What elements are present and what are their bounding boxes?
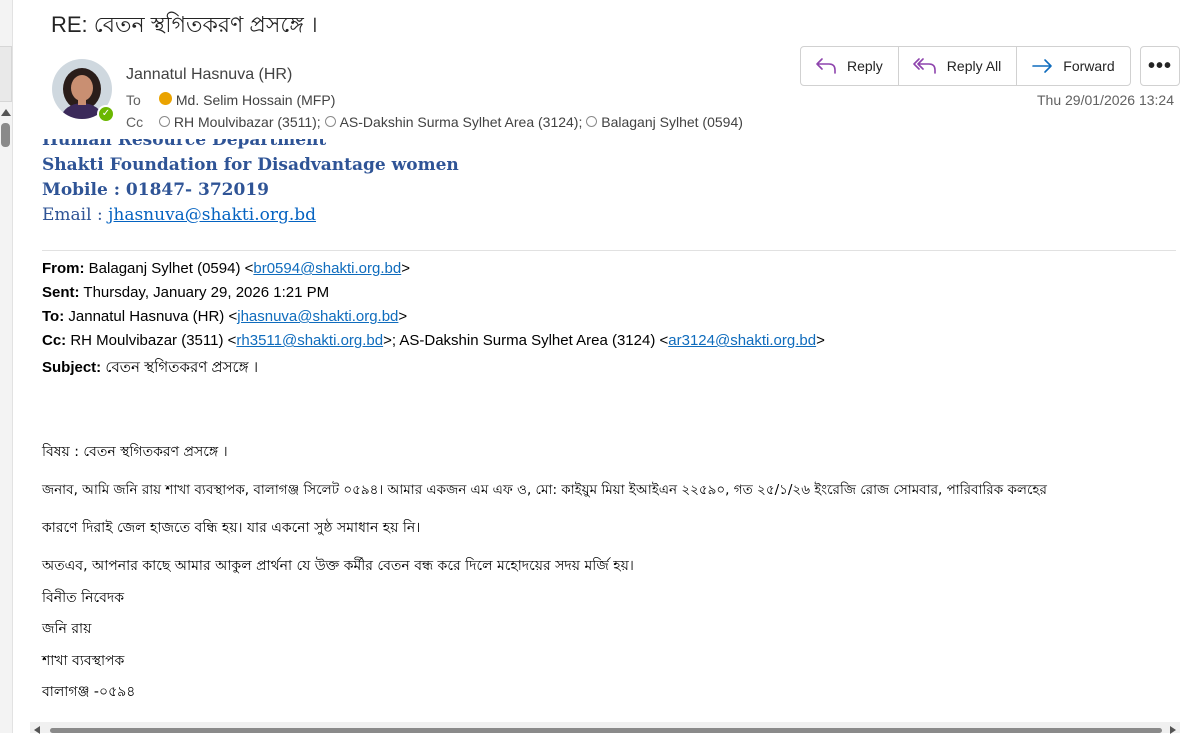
- body-line: বালাগঞ্জ -০৫৯৪: [42, 684, 136, 700]
- body-line: শাখা ব্যবস্থাপক: [42, 653, 125, 669]
- forward-icon: [1032, 59, 1053, 73]
- vertical-scrollbar[interactable]: [1179, 130, 1191, 730]
- body-line: বিনীত নিবেদক: [42, 590, 125, 606]
- to-recipient[interactable]: Md. Selim Hossain (MFP): [176, 92, 335, 108]
- cc-label: Cc: [126, 114, 144, 130]
- subject-label: Subject:: [42, 359, 102, 376]
- to-email-link[interactable]: jhasnuva@shakti.org.bd: [237, 308, 398, 325]
- body-line: জনি রায়: [42, 621, 92, 637]
- forward-button[interactable]: Forward: [1017, 47, 1129, 85]
- to-label-quoted: To:: [42, 308, 65, 325]
- forward-label: Forward: [1063, 58, 1115, 74]
- message-actions: Reply Reply All Forward: [800, 46, 1131, 86]
- mobile-number: 01847- 372019: [125, 180, 269, 200]
- signature-email-link[interactable]: jhasnuva@shakti.org.bd: [108, 205, 316, 225]
- message-subject: RE: বেতন স্থগিতকরণ প্রসঙ্গে ।: [51, 12, 318, 37]
- cc2-email-link[interactable]: ar3124@shakti.org.bd: [668, 332, 816, 349]
- quoted-from: From: Balaganj Sylhet (0594) <br0594@sha…: [42, 260, 410, 277]
- reply-button[interactable]: Reply: [801, 47, 899, 85]
- from-label: From:: [42, 260, 85, 277]
- quote-divider: [42, 250, 1176, 251]
- presence-unknown-icon: [586, 116, 598, 127]
- signature-department: Human Resource Department: [42, 130, 327, 150]
- sent-label: Sent:: [42, 284, 80, 301]
- reply-all-icon: [912, 58, 936, 74]
- quoted-sent: Sent: Thursday, January 29, 2026 1:21 PM: [42, 284, 329, 301]
- to-row: To Md. Selim Hossain (MFP): [126, 92, 335, 108]
- reply-all-button[interactable]: Reply All: [899, 47, 1018, 85]
- reply-icon: [816, 58, 836, 74]
- reply-label: Reply: [847, 58, 883, 74]
- horizontal-scrollbar[interactable]: [30, 722, 1180, 734]
- mobile-label: Mobile: [42, 180, 108, 200]
- signature-organization: Shakti Foundation for Disadvantage women: [42, 155, 459, 175]
- presence-available-icon: ✓: [97, 105, 115, 123]
- presence-unknown-icon: [158, 116, 170, 127]
- sent-value: Thursday, January 29, 2026 1:21 PM: [83, 284, 330, 301]
- cc1-email-link[interactable]: rh3511@shakti.org.bd: [236, 332, 383, 349]
- message-date: Thu 29/01/2026 13:24: [1037, 92, 1175, 108]
- presence-away-icon: [158, 92, 172, 105]
- left-pane-edge: [0, 0, 13, 733]
- signature-email: Email : jhasnuva@shakti.org.bd: [42, 205, 317, 225]
- more-actions-button[interactable]: •••: [1140, 46, 1180, 86]
- reply-all-label: Reply All: [946, 58, 1002, 74]
- cc-recipient[interactable]: Balaganj Sylhet (0594): [601, 114, 743, 130]
- body-line: কারণে দিরাই জেল হাজতে বন্ধি হয়। যার একন…: [42, 520, 421, 536]
- cc-recipient[interactable]: AS-Dakshin Surma Sylhet Area (3124);: [340, 114, 583, 130]
- from-email-link[interactable]: br0594@shakti.org.bd: [253, 260, 401, 277]
- cc-row: Cc RH Moulvibazar (3511); AS-Dakshin Sur…: [126, 114, 743, 130]
- body-line: বিষয় : বেতন স্থগিতকরণ প্রসঙ্গে ।: [42, 444, 228, 460]
- left-pane-tab[interactable]: [0, 46, 12, 102]
- from-name: Balaganj Sylhet (0594) <: [88, 260, 254, 277]
- subject-value: বেতন স্থগিতকরণ প্রসঙ্গে ।: [105, 359, 259, 376]
- to-name: Jannatul Hasnuva (HR) <: [68, 308, 238, 325]
- cc-recipient[interactable]: RH Moulvibazar (3511);: [174, 114, 321, 130]
- email-label: Email: [42, 205, 92, 225]
- body-line: অতএব, আপনার কাছে আমার আকুল প্রার্থনা যে …: [42, 558, 634, 574]
- cc-separator: >; AS-Dakshin Surma Sylhet Area (3124) <: [383, 332, 669, 349]
- sender-name[interactable]: Jannatul Hasnuva (HR): [126, 66, 292, 84]
- quoted-cc: Cc: RH Moulvibazar (3511) <rh3511@shakti…: [42, 332, 825, 349]
- quoted-to: To: Jannatul Hasnuva (HR) <jhasnuva@shak…: [42, 308, 408, 325]
- body-line: জনাব, আমি জনি রায় শাখা ব্যবস্থাপক, বালা…: [42, 482, 1047, 498]
- to-label: To: [126, 92, 141, 108]
- left-scrollbar-thumb[interactable]: [1, 123, 10, 147]
- cc1-name: RH Moulvibazar (3511) <: [70, 332, 237, 349]
- presence-unknown-icon: [324, 116, 336, 127]
- scroll-up-icon[interactable]: [1, 109, 11, 116]
- quoted-subject: Subject: বেতন স্থগিতকরণ প্রসঙ্গে ।: [42, 356, 258, 381]
- cc-label-quoted: Cc:: [42, 332, 67, 349]
- horizontal-scrollbar-thumb[interactable]: [50, 728, 1162, 733]
- signature-mobile: Mobile : 01847- 372019: [42, 180, 269, 200]
